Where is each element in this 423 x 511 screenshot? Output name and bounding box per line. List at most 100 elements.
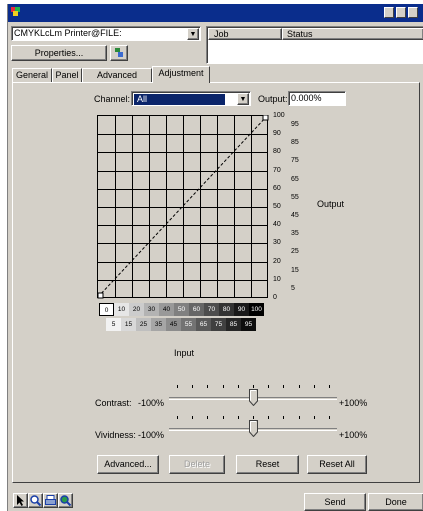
delete-button[interactable]: Delete xyxy=(169,455,225,474)
reset-button-label: Reset xyxy=(255,459,280,469)
network-icon-button[interactable] xyxy=(110,45,128,61)
reset-all-button[interactable]: Reset All xyxy=(307,455,367,474)
send-button[interactable]: Send xyxy=(304,493,366,511)
tab-advanced[interactable]: Advanced xyxy=(82,68,152,82)
vividness-max-label: +100% xyxy=(339,430,368,440)
status-column-header[interactable]: Status xyxy=(282,28,423,40)
advanced-button[interactable]: Advanced... xyxy=(97,455,159,474)
vividness-label: Vividness: xyxy=(95,430,136,440)
output-tick-label: 15 xyxy=(291,266,299,274)
input-tick-swatch: 45 xyxy=(166,318,181,331)
input-tick-swatch: 75 xyxy=(211,318,226,331)
arrow-tool-button[interactable] xyxy=(13,493,28,508)
output-tick-label: 75 xyxy=(291,157,299,165)
input-tick-swatch: 20 xyxy=(129,303,144,316)
slider-tick xyxy=(283,416,285,419)
zoom-tool-button[interactable] xyxy=(28,493,43,508)
output-tick-label: 55 xyxy=(291,193,299,201)
reset-all-button-label: Reset All xyxy=(319,459,355,469)
output-tick-label: 25 xyxy=(291,248,299,256)
maximize-button[interactable] xyxy=(396,7,406,18)
tab-panel[interactable]: Panel xyxy=(52,68,82,82)
input-tick-swatch: 50 xyxy=(174,303,189,316)
output-label: Output: xyxy=(258,94,288,104)
slider-tick xyxy=(177,385,178,388)
input-tick-swatch: 15 xyxy=(121,318,136,331)
output-tick-label: 50 xyxy=(273,203,281,210)
printer-tool-button[interactable] xyxy=(43,493,58,508)
send-button-label: Send xyxy=(324,497,346,507)
printer-tool-icon xyxy=(45,495,56,505)
output-tick-label: 95 xyxy=(291,121,299,128)
vividness-slider-thumb[interactable] xyxy=(249,420,258,438)
printer-select-value: CMYKLcLm Printer@FILE: xyxy=(14,28,122,38)
minimize-button[interactable] xyxy=(384,7,394,18)
input-tick-swatch: 0 xyxy=(99,303,114,316)
channel-chevron-down-icon[interactable]: ▼ xyxy=(237,93,249,105)
channel-label: Channel: xyxy=(94,94,131,104)
title-bar xyxy=(8,4,423,22)
input-tick-swatch: 30 xyxy=(144,303,159,316)
slider-tick xyxy=(268,416,270,419)
contrast-slider-thumb[interactable] xyxy=(249,389,258,407)
output-value: 0.000% xyxy=(291,93,322,103)
vividness-slider[interactable] xyxy=(169,413,337,439)
output-tick-label: 80 xyxy=(273,148,281,156)
curve-end-handle xyxy=(262,115,269,121)
zoom-fit-tool-icon xyxy=(60,495,72,507)
input-tick-swatch: 60 xyxy=(189,303,204,316)
input-tick-swatch: 40 xyxy=(159,303,174,316)
adjustment-panel: Channel: All ▼ Output: 0.000% 100 90 80 70 6… xyxy=(12,82,420,483)
curve-graph[interactable] xyxy=(97,115,269,299)
slider-tick xyxy=(237,385,239,388)
output-tick-label: 60 xyxy=(273,184,281,192)
contrast-min-label: -100% xyxy=(138,398,165,408)
done-button[interactable]: Done xyxy=(368,493,423,511)
app-icon xyxy=(11,7,20,16)
output-tick-label: 40 xyxy=(273,221,281,229)
status-column-label: Status xyxy=(287,29,313,39)
tab-adjustment[interactable]: Adjustment xyxy=(152,66,210,83)
slider-tick xyxy=(283,385,285,388)
slider-tick xyxy=(222,416,224,419)
slider-tick xyxy=(192,385,194,388)
output-value-field[interactable]: 0.000% xyxy=(288,91,346,106)
input-tick-swatch: 95 xyxy=(241,318,256,331)
output-tick-label: 20 xyxy=(273,257,281,265)
slider-tick xyxy=(207,416,209,419)
output-tick-label: 90 xyxy=(273,130,281,138)
input-axis-label: Input xyxy=(174,348,195,358)
slider-tick xyxy=(192,416,194,419)
output-tick-label: 85 xyxy=(291,139,299,147)
zoom-tool-icon xyxy=(30,495,42,507)
delete-button-label: Delete xyxy=(183,459,210,469)
close-button[interactable] xyxy=(408,7,418,18)
output-tick-label: 45 xyxy=(291,212,299,219)
slider-tick xyxy=(298,385,300,388)
curve-start-handle xyxy=(97,292,104,299)
contrast-slider[interactable] xyxy=(169,382,337,408)
zoom-fit-tool-button[interactable] xyxy=(58,493,73,508)
input-tick-swatch: 10 xyxy=(114,303,129,316)
vividness-min-label: -100% xyxy=(138,430,165,440)
output-tick-label: 70 xyxy=(273,166,281,174)
chevron-down-icon[interactable]: ▼ xyxy=(187,28,199,40)
printer-select[interactable]: CMYKLcLm Printer@FILE: ▼ xyxy=(11,26,201,41)
slider-tick xyxy=(329,416,330,419)
tab-general[interactable]: General xyxy=(12,68,52,82)
input-tick-swatch: 80 xyxy=(219,303,234,316)
input-tick-swatch: 55 xyxy=(181,318,196,331)
tab-adjustment-label: Adjustment xyxy=(158,68,204,78)
channel-select-value: All xyxy=(134,94,225,105)
job-list[interactable]: Job Status xyxy=(206,26,423,64)
reset-button[interactable]: Reset xyxy=(236,455,299,474)
done-button-label: Done xyxy=(385,497,407,507)
properties-button[interactable]: Properties... xyxy=(11,45,107,61)
input-tick-swatch: 90 xyxy=(234,303,249,316)
printer-window: CMYKLcLm Printer@FILE: ▼ Properties... J… xyxy=(7,4,423,511)
channel-select[interactable]: All ▼ xyxy=(131,91,251,106)
slider-tick xyxy=(313,385,315,388)
job-column-header[interactable]: Job xyxy=(208,28,282,40)
slider-tick xyxy=(329,385,330,388)
slider-tick xyxy=(253,416,254,419)
